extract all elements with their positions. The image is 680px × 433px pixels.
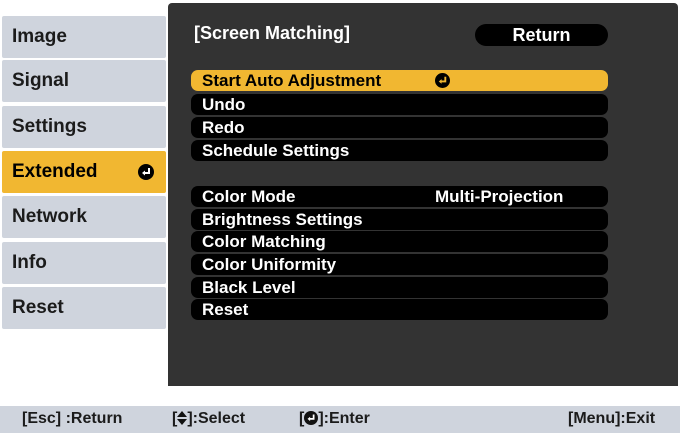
black-level-item[interactable]: Black Level [191, 277, 608, 298]
menu-tab-network[interactable]: Network [2, 196, 166, 238]
help-select-suffix: ]:Select [187, 410, 246, 427]
item-label: Color Mode [202, 186, 296, 206]
help-esc: [Esc] :Return [22, 410, 123, 427]
item-label: Color Matching [202, 231, 326, 251]
enter-icon [304, 411, 319, 425]
up-down-arrows-icon [177, 411, 188, 425]
undo-item[interactable]: Undo [191, 94, 608, 115]
redo-item[interactable]: Redo [191, 117, 608, 138]
enter-icon [138, 164, 154, 180]
menu-tab-extended[interactable]: Extended [2, 151, 166, 193]
brightness-settings-item[interactable]: Brightness Settings [191, 209, 608, 230]
menu-tab-label: Extended [12, 161, 98, 182]
menu-tab-label: Reset [12, 297, 64, 318]
color-mode-item[interactable]: Color Mode Multi-Projection [191, 186, 608, 207]
item-label: Reset [202, 299, 249, 319]
help-enter-suffix: ]:Enter [318, 410, 370, 427]
menu-tab-image[interactable]: Image [2, 16, 166, 58]
start-auto-adjustment-item[interactable]: Start Auto Adjustment [191, 70, 608, 91]
help-select: []:Select [172, 410, 245, 428]
item-label: Start Auto Adjustment [202, 70, 382, 90]
item-label: Schedule Settings [202, 140, 350, 160]
menu-tab-settings[interactable]: Settings [2, 106, 166, 148]
menu-tab-label: Network [12, 206, 87, 227]
return-button[interactable]: Return [475, 24, 608, 46]
item-label: Color Uniformity [202, 254, 337, 274]
color-uniformity-item[interactable]: Color Uniformity [191, 254, 608, 275]
enter-icon [435, 73, 450, 88]
panel-title: [Screen Matching] [194, 23, 351, 43]
menu-tab-info[interactable]: Info [2, 242, 166, 284]
color-matching-item[interactable]: Color Matching [191, 231, 608, 252]
color-mode-value: Multi-Projection [435, 186, 564, 206]
menu-tab-label: Image [12, 26, 67, 47]
item-label: Undo [202, 94, 246, 114]
menu-tab-label: Signal [12, 70, 70, 91]
item-label: Black Level [202, 277, 296, 297]
help-bar: [Esc] :Return []:Select []:Enter [Menu]:… [0, 406, 680, 433]
item-label: Brightness Settings [202, 209, 363, 229]
help-enter: []:Enter [299, 410, 370, 428]
schedule-settings-item[interactable]: Schedule Settings [191, 140, 608, 161]
screen-matching-panel: [Screen Matching] Return Start Auto Adju… [168, 3, 678, 386]
item-label: Redo [202, 117, 245, 137]
menu-tab-signal[interactable]: Signal [2, 60, 166, 102]
menu-tab-label: Settings [12, 116, 87, 137]
menu-tab-label: Info [12, 252, 47, 273]
help-menu-exit: [Menu]:Exit [568, 410, 656, 427]
reset-item[interactable]: Reset [191, 299, 608, 320]
menu-tab-reset[interactable]: Reset [2, 287, 166, 329]
